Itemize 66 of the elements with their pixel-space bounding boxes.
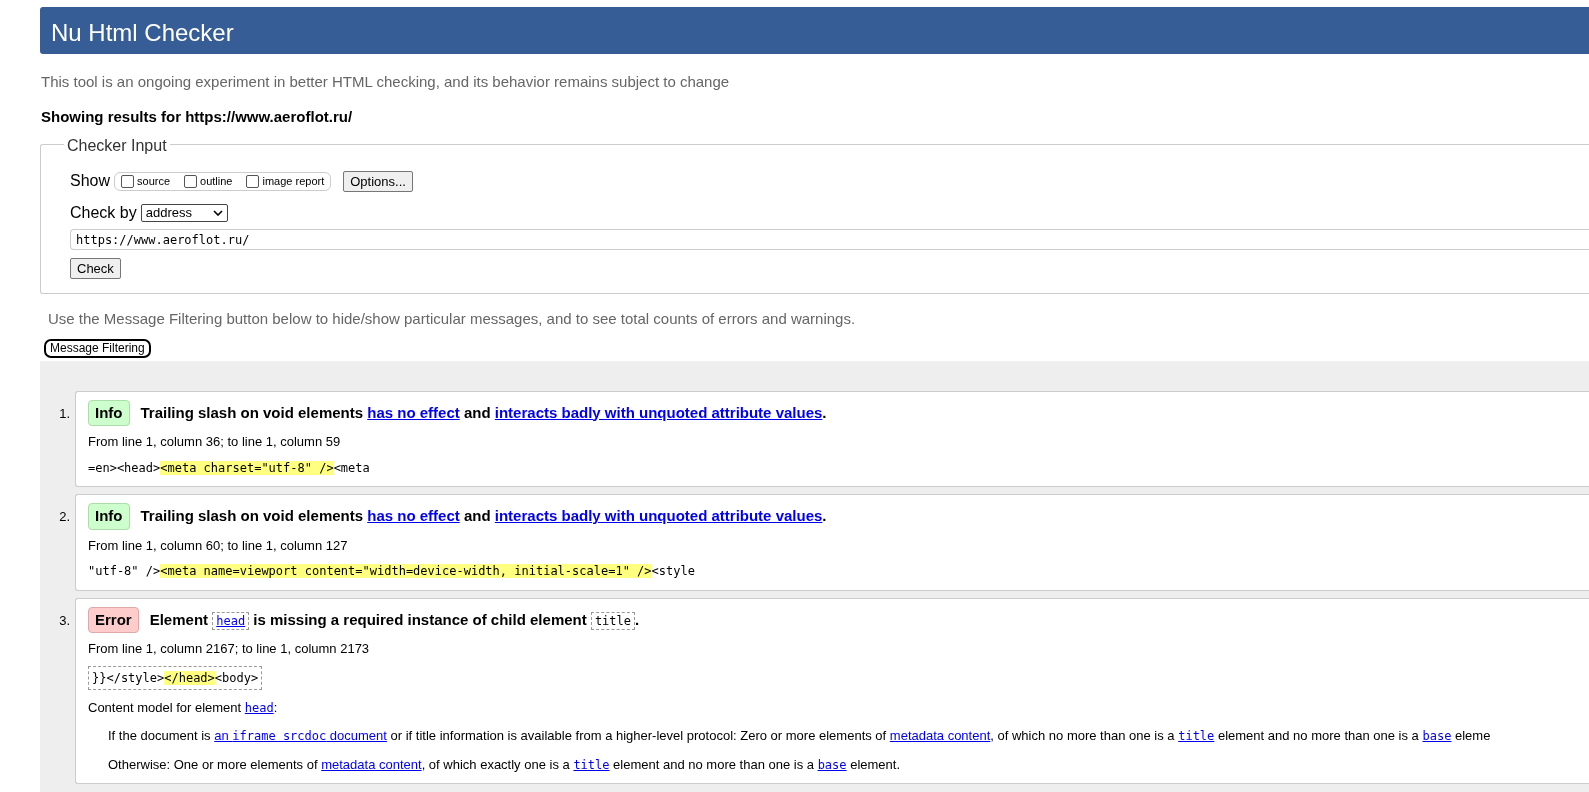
text: . [822,403,827,421]
message-type-badge: Error [88,606,139,633]
message-number: 2. [58,508,71,526]
link[interactable]: has no effect [367,403,460,421]
text: Otherwise: One or more elements of [108,756,319,772]
text: eleme [1453,728,1491,743]
options-button[interactable]: Options... [343,170,413,192]
text: =en><head> [88,460,161,475]
results-heading: Showing results for https://www.aeroflot.ru/ [41,106,354,127]
show-option[interactable]: outline [184,172,233,190]
code-link[interactable]: title [573,757,610,772]
url-input-field[interactable]: https://www.aeroflot.ru/ [70,229,1589,250]
message-number: 1. [58,404,71,423]
text: <meta [333,460,370,475]
text: . [822,507,827,524]
message-type-badge: Info [88,399,130,426]
highlighted-code: <meta charset="utf-8" /> [160,460,334,475]
location-text: From line 1, column 36; to line 1, column 59 [88,433,342,451]
check-by-label: Check by [70,203,137,223]
message-number: 3. [58,611,71,630]
text: "utf-8" /> [88,564,161,578]
highlighted-code: <meta name=viewport content="width=device-width, initial-scale=1" /> [160,564,652,578]
location-text: From line 1, column 60; to line 1, column 127 [88,536,349,555]
link[interactable]: interacts badly with unquoted attribute values [494,507,823,524]
text: and [462,403,492,421]
code-link[interactable]: head [244,700,274,715]
text: : [273,699,278,715]
check-button[interactable]: Check [70,258,121,279]
message-type-badge: Info [88,503,130,530]
text: <body> [214,670,259,685]
code-link[interactable]: base [1422,729,1452,743]
link[interactable]: an iframe srcdoc document [214,728,387,743]
text: If the document is [108,728,212,743]
intro-text: This tool is an ongoing experiment in better HTML checking, and its behavior remains subject to change [41,72,731,92]
filter-note: Use the Message Filtering button below to hide/show particular messages, and to see total counts of errors and warnings. [48,309,857,329]
text: Content model for element [88,699,243,715]
link[interactable]: has no effect [367,507,460,524]
text: }}</style> [92,670,165,685]
message-filtering-button[interactable]: Message Filtering [44,338,151,358]
text: element and no more than one is a [1216,728,1420,743]
text: element. [849,756,901,772]
show-label: Show [70,171,111,191]
page-title: Nu Html Checker [40,7,1589,54]
code-text: title [590,611,635,630]
highlighted-code: </head> [164,670,215,685]
chevron-down-icon [212,210,223,216]
show-option[interactable]: source [121,172,171,190]
text: and [462,507,492,524]
code-link[interactable]: base [817,757,847,772]
text: , of which no more than one is a [990,728,1176,743]
code-link[interactable]: title [1178,729,1215,743]
text: , of which exactly one is a [421,756,571,772]
link[interactable]: interacts badly with unquoted attribute values [494,403,823,421]
check-by-select[interactable]: address [140,204,228,222]
text: Trailing slash on void elements [140,507,365,524]
text: <style [651,564,695,578]
text: or if title information is available from a higher-level protocol: Zero or more elements of [389,728,888,743]
link[interactable]: metadata content [321,756,422,772]
location-text: From line 1, column 2167; to line 1, column 2173 [88,640,371,658]
text: Element [149,610,210,628]
text: Trailing slash on void elements [140,403,365,421]
text: element and no more than one is a [612,756,816,772]
text: . [635,610,640,628]
show-option[interactable]: image report [246,172,325,190]
code-link[interactable]: head [212,611,250,630]
text: is missing a required instance of child element [252,610,588,628]
